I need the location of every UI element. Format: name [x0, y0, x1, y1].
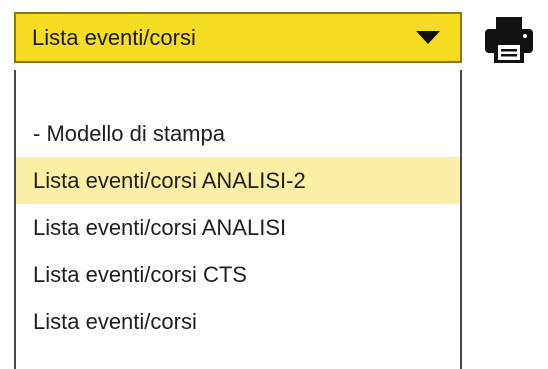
options-container: - Modello di stampa Lista eventi/corsi AN… — [16, 110, 460, 345]
option-item[interactable]: Lista eventi/corsi — [16, 298, 460, 345]
option-item[interactable]: Lista eventi/corsi CTS — [16, 251, 460, 298]
template-options-list: - Modello di stampa Lista eventi/corsi AN… — [14, 70, 462, 369]
template-select[interactable]: Lista eventi/corsi — [14, 12, 462, 63]
print-button[interactable] — [483, 14, 535, 66]
option-item[interactable]: Lista eventi/corsi ANALISI — [16, 204, 460, 251]
print-template-picker: Lista eventi/corsi - Modello di stampa Li… — [0, 0, 548, 369]
caret-down-icon[interactable] — [416, 31, 440, 44]
printer-icon — [485, 17, 533, 63]
option-item[interactable]: - Modello di stampa — [16, 110, 460, 157]
template-select-value: Lista eventi/corsi — [32, 24, 196, 50]
option-item-highlighted[interactable]: Lista eventi/corsi ANALISI-2 — [16, 157, 460, 204]
